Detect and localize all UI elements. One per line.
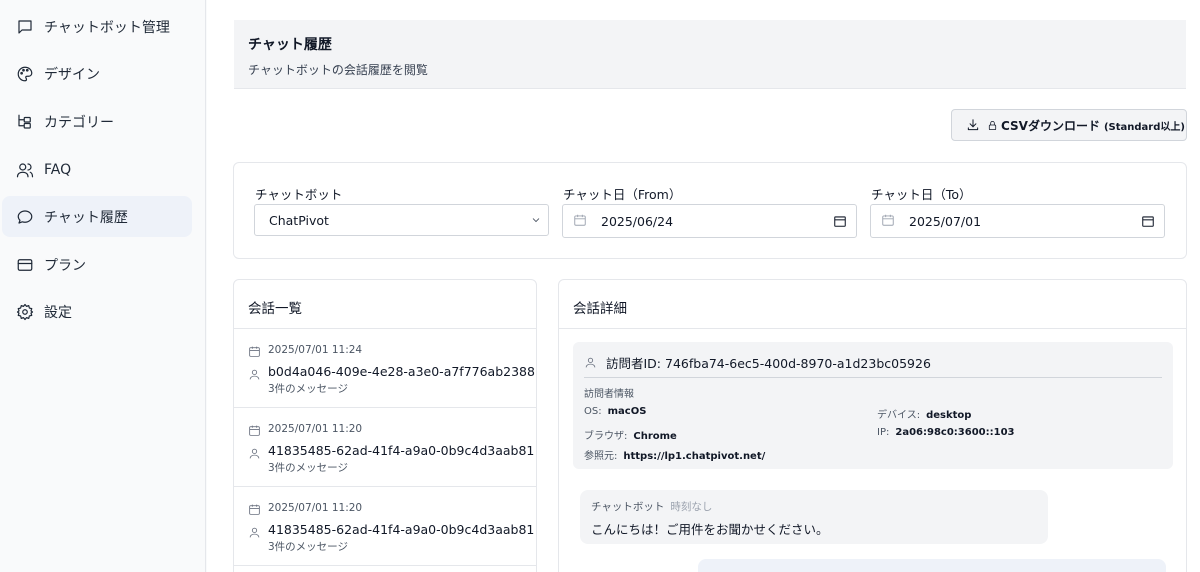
browser-value: Chrome — [633, 431, 677, 442]
gear-icon — [16, 303, 34, 321]
message-text: こんにちは！ご用件をお聞かせください。 — [591, 522, 829, 537]
user-message — [698, 559, 1166, 572]
date-picker-icon[interactable] — [1141, 214, 1155, 231]
sidebar-item-design[interactable]: デザイン — [2, 53, 192, 94]
conversation-id: 41835485-62ad-41f4-a9a0-0b9c4d3aab81 — [268, 443, 535, 458]
device-value: desktop — [926, 410, 972, 421]
message-count: 3件のメッセージ — [268, 541, 348, 553]
message-time: 時刻なし — [670, 501, 713, 513]
sidebar-item-label: カテゴリー — [44, 114, 114, 131]
sidebar-item-label: FAQ — [44, 161, 72, 178]
device-row: デバイス: desktop — [877, 406, 971, 421]
main-content: チャット履歴 チャットボットの会話履歴を閲覧 CSVダウンロード (Standa… — [207, 0, 1200, 572]
ip-row: IP: 2a06:98c0:3600::103 — [877, 427, 1015, 438]
sidebar-item-label: チャットボット管理 — [44, 19, 170, 36]
date-to-label: チャット日（To） — [871, 187, 972, 202]
user-icon — [584, 356, 606, 369]
sidebar-item-label: プラン — [44, 257, 86, 274]
user-icon — [248, 445, 261, 464]
visitor-id: 訪問者ID: 746fba74-6ec5-400d-8970-a1d23bc05… — [606, 356, 931, 371]
calendar-icon — [881, 213, 895, 230]
list-item[interactable]: 2025/07/01 11:24 b0d4a046-409e-4e28-a3e0… — [234, 329, 536, 408]
page-header: チャット履歴 チャットボットの会話履歴を閲覧 — [234, 20, 1186, 89]
chat-bubble-icon — [16, 208, 34, 226]
referrer-row: 参照元: https://lp1.chatpivot.net/ — [584, 447, 765, 462]
chatbot-select[interactable]: ChatPivot — [254, 204, 549, 236]
date-to-value: 2025/07/01 — [909, 213, 982, 229]
os-value: macOS — [607, 406, 647, 417]
divider — [584, 377, 1162, 378]
sidebar-item-label: 設定 — [44, 304, 72, 321]
message-meta: チャットボット 時刻なし — [591, 499, 1037, 514]
date-from-value: 2025/06/24 — [601, 213, 674, 229]
conversation-detail-title: 会話詳細 — [573, 301, 627, 317]
page-title: チャット履歴 — [248, 37, 332, 53]
user-icon — [248, 524, 261, 543]
user-icon — [248, 366, 261, 385]
download-icon — [966, 118, 980, 132]
users-icon — [16, 161, 34, 179]
conversation-detail: 会話詳細 訪問者ID: 746fba74-6ec5-400d-8970-a1d2… — [558, 279, 1187, 572]
sidebar-item-chat-history[interactable]: チャット履歴 — [2, 196, 192, 237]
date-from-label: チャット日（From） — [563, 187, 682, 202]
calendar-icon — [248, 343, 261, 362]
calendar-icon — [573, 213, 587, 230]
conversation-date: 2025/07/01 11:24 — [268, 344, 363, 356]
csv-download-label: CSVダウンロード — [1001, 118, 1100, 133]
conversation-date: 2025/07/01 11:20 — [268, 423, 363, 435]
divider — [559, 328, 1186, 329]
browser-label: ブラウザ: — [584, 431, 628, 442]
sidebar-item-faq[interactable]: FAQ — [2, 149, 192, 190]
chatbot-select-value: ChatPivot — [269, 212, 329, 228]
sidebar-item-settings[interactable]: 設定 — [2, 291, 192, 332]
conversation-date: 2025/07/01 11:20 — [268, 502, 363, 514]
csv-download-button[interactable]: CSVダウンロード (Standard以上) — [951, 109, 1187, 141]
message-count: 3件のメッセージ — [268, 383, 348, 395]
page-subtitle: チャットボットの会話履歴を閲覧 — [248, 63, 428, 77]
chat-square-icon — [16, 18, 34, 36]
chatbot-filter-label: チャットボット — [255, 187, 343, 202]
list-item[interactable]: 2025/07/01 11:20 41835485-62ad-41f4-a9a0… — [234, 408, 536, 487]
sidebar-item-plan[interactable]: プラン — [2, 244, 192, 285]
folder-tree-icon — [16, 113, 34, 131]
credit-card-icon — [16, 256, 34, 274]
visitor-info-panel: 訪問者ID: 746fba74-6ec5-400d-8970-a1d23bc05… — [573, 342, 1173, 469]
date-to-input[interactable]: 2025/07/01 — [870, 204, 1165, 238]
conversation-list-title: 会話一覧 — [248, 301, 302, 317]
list-item[interactable]: 2025/07/01 11:20 41835485-62ad-41f4-a9a0… — [234, 487, 536, 566]
chevron-down-icon — [530, 214, 542, 226]
os-label: OS: — [584, 406, 602, 417]
conversation-list: 会話一覧 2025/07/01 11:24 b0d4a046-409e-4e28… — [233, 279, 537, 572]
conversation-id: 41835485-62ad-41f4-a9a0-0b9c4d3aab81 — [268, 522, 535, 537]
filter-panel: チャットボット ChatPivot チャット日（From） 2025/06/24… — [233, 162, 1187, 259]
palette-icon — [16, 65, 34, 83]
ip-label: IP: — [877, 427, 890, 438]
sidebar-item-label: チャット履歴 — [44, 209, 128, 226]
date-picker-icon[interactable] — [833, 214, 847, 231]
sidebar: チャットボット管理 デザイン カテゴリー FAQ チャット履歴 プラン 設定 — [0, 0, 206, 572]
ip-value: 2a06:98c0:3600::103 — [895, 427, 1015, 438]
conversation-id: b0d4a046-409e-4e28-a3e0-a7f776ab2388 — [268, 364, 535, 379]
visitor-id-row: 訪問者ID: 746fba74-6ec5-400d-8970-a1d23bc05… — [584, 353, 931, 372]
referrer-label: 参照元: — [584, 451, 618, 462]
calendar-icon — [248, 422, 261, 441]
browser-row: ブラウザ: Chrome — [584, 427, 677, 442]
csv-plan-note: (Standard以上) — [1103, 121, 1185, 133]
sidebar-item-label: デザイン — [44, 66, 100, 83]
sidebar-item-chatbot-management[interactable]: チャットボット管理 — [2, 6, 192, 47]
calendar-icon — [248, 501, 261, 520]
device-label: デバイス: — [877, 410, 921, 421]
bot-message: チャットボット 時刻なし こんにちは！ご用件をお聞かせください。 — [580, 490, 1048, 544]
os-row: OS: macOS — [584, 406, 646, 417]
sidebar-item-category[interactable]: カテゴリー — [2, 101, 192, 142]
visitor-info-title: 訪問者情報 — [584, 389, 634, 400]
message-sender: チャットボット — [591, 501, 665, 513]
message-count: 3件のメッセージ — [268, 462, 348, 474]
date-from-input[interactable]: 2025/06/24 — [562, 204, 857, 238]
lock-icon — [987, 120, 998, 131]
referrer-value: https://lp1.chatpivot.net/ — [623, 451, 766, 462]
